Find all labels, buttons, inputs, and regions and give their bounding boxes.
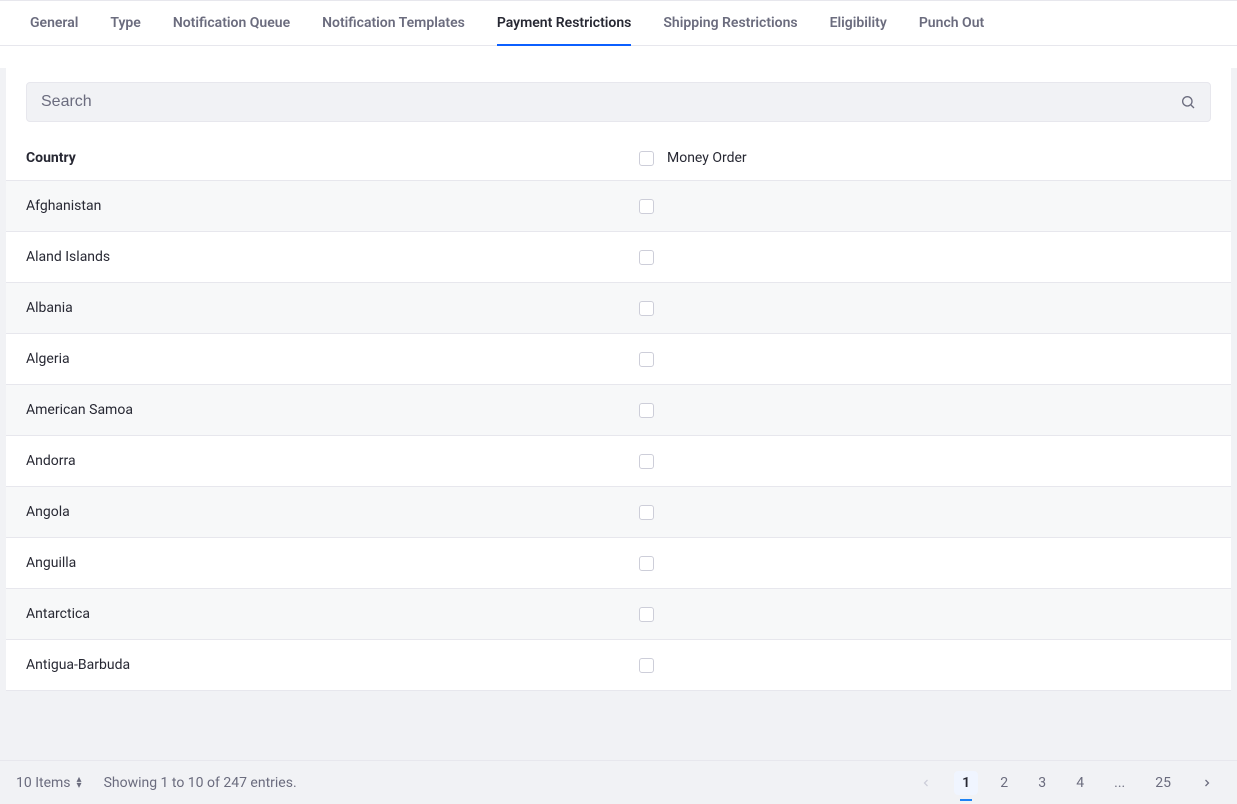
money-order-checkbox[interactable] — [639, 250, 654, 265]
pager-page-2[interactable]: 2 — [992, 771, 1016, 795]
tab-general[interactable]: General — [14, 1, 94, 45]
pager: 1234... 25 — [912, 771, 1221, 795]
pager-next-button[interactable] — [1193, 771, 1221, 795]
column-header-money-order: Money Order — [667, 150, 747, 166]
country-cell: Aland Islands — [26, 249, 110, 265]
tab-punch-out[interactable]: Punch Out — [903, 1, 1000, 45]
tab-label: Punch Out — [919, 15, 984, 31]
pager-page-3[interactable]: 3 — [1030, 771, 1054, 795]
pagination-bar: 10 Items ▴▾ Showing 1 to 10 of 247 entri… — [0, 760, 1237, 804]
search-input[interactable] — [41, 93, 1180, 111]
table-row: Aland Islands — [6, 232, 1231, 283]
pager-prev-button[interactable] — [912, 771, 940, 795]
chevron-right-icon — [1201, 777, 1213, 789]
table-row: Andorra — [6, 436, 1231, 487]
tab-label: Payment Restrictions — [497, 15, 632, 31]
country-cell: Angola — [26, 504, 70, 520]
main-panel: Country Money Order Afghanistan Aland Isl… — [6, 68, 1231, 691]
money-order-checkbox[interactable] — [639, 301, 654, 316]
money-order-checkbox[interactable] — [639, 505, 654, 520]
tab-label: Shipping Restrictions — [663, 15, 797, 31]
tab-label: Notification Templates — [322, 15, 465, 31]
tab-payment-restrictions[interactable]: Payment Restrictions — [481, 1, 648, 45]
country-cell: Afghanistan — [26, 198, 101, 214]
tab-label: Type — [110, 15, 140, 31]
country-cell: American Samoa — [26, 402, 133, 418]
table-row: Angola — [6, 487, 1231, 538]
search-container — [26, 82, 1211, 122]
tab-eligibility[interactable]: Eligibility — [814, 1, 903, 45]
country-cell: Albania — [26, 300, 73, 316]
table-row: Anguilla — [6, 538, 1231, 589]
column-header-country: Country — [26, 150, 76, 166]
money-order-checkbox[interactable] — [639, 352, 654, 367]
tab-label: Notification Queue — [173, 15, 290, 31]
money-order-checkbox[interactable] — [639, 403, 654, 418]
tab-label: Eligibility — [830, 15, 887, 31]
table-row: Antarctica — [6, 589, 1231, 640]
sort-icon: ▴▾ — [77, 777, 82, 789]
table-row: Albania — [6, 283, 1231, 334]
items-per-page-label: 10 Items — [16, 775, 71, 791]
country-cell: Algeria — [26, 351, 70, 367]
country-cell: Antigua-Barbuda — [26, 657, 130, 673]
country-cell: Anguilla — [26, 555, 76, 571]
search-icon[interactable] — [1180, 94, 1196, 110]
table-row: Afghanistan — [6, 181, 1231, 232]
tabs-bar: General Type Notification Queue Notificatio… — [0, 0, 1237, 46]
country-cell: Andorra — [26, 453, 76, 469]
chevron-left-icon — [920, 777, 932, 789]
money-order-checkbox[interactable] — [639, 454, 654, 469]
table-row: Algeria — [6, 334, 1231, 385]
country-cell: Antarctica — [26, 606, 90, 622]
money-order-checkbox[interactable] — [639, 556, 654, 571]
showing-entries-text: Showing 1 to 10 of 247 entries. — [104, 775, 297, 791]
tab-notification-templates[interactable]: Notification Templates — [306, 1, 481, 45]
tab-type[interactable]: Type — [94, 1, 156, 45]
money-order-checkbox[interactable] — [639, 658, 654, 673]
table-row: Antigua-Barbuda — [6, 640, 1231, 691]
country-table: Country Money Order Afghanistan Aland Isl… — [6, 136, 1231, 691]
items-per-page-selector[interactable]: 10 Items ▴▾ — [16, 775, 82, 791]
pager-page-4[interactable]: 4 — [1068, 771, 1092, 795]
pager-ellipsis: ... — [1106, 775, 1133, 791]
money-order-checkbox[interactable] — [639, 199, 654, 214]
tab-label: General — [30, 15, 78, 31]
pager-page-1[interactable]: 1 — [954, 771, 978, 795]
table-row: American Samoa — [6, 385, 1231, 436]
tab-shipping-restrictions[interactable]: Shipping Restrictions — [647, 1, 813, 45]
tab-notification-queue[interactable]: Notification Queue — [157, 1, 306, 45]
pager-page-25[interactable]: 25 — [1147, 771, 1179, 795]
select-all-money-order-checkbox[interactable] — [639, 151, 654, 166]
money-order-checkbox[interactable] — [639, 607, 654, 622]
